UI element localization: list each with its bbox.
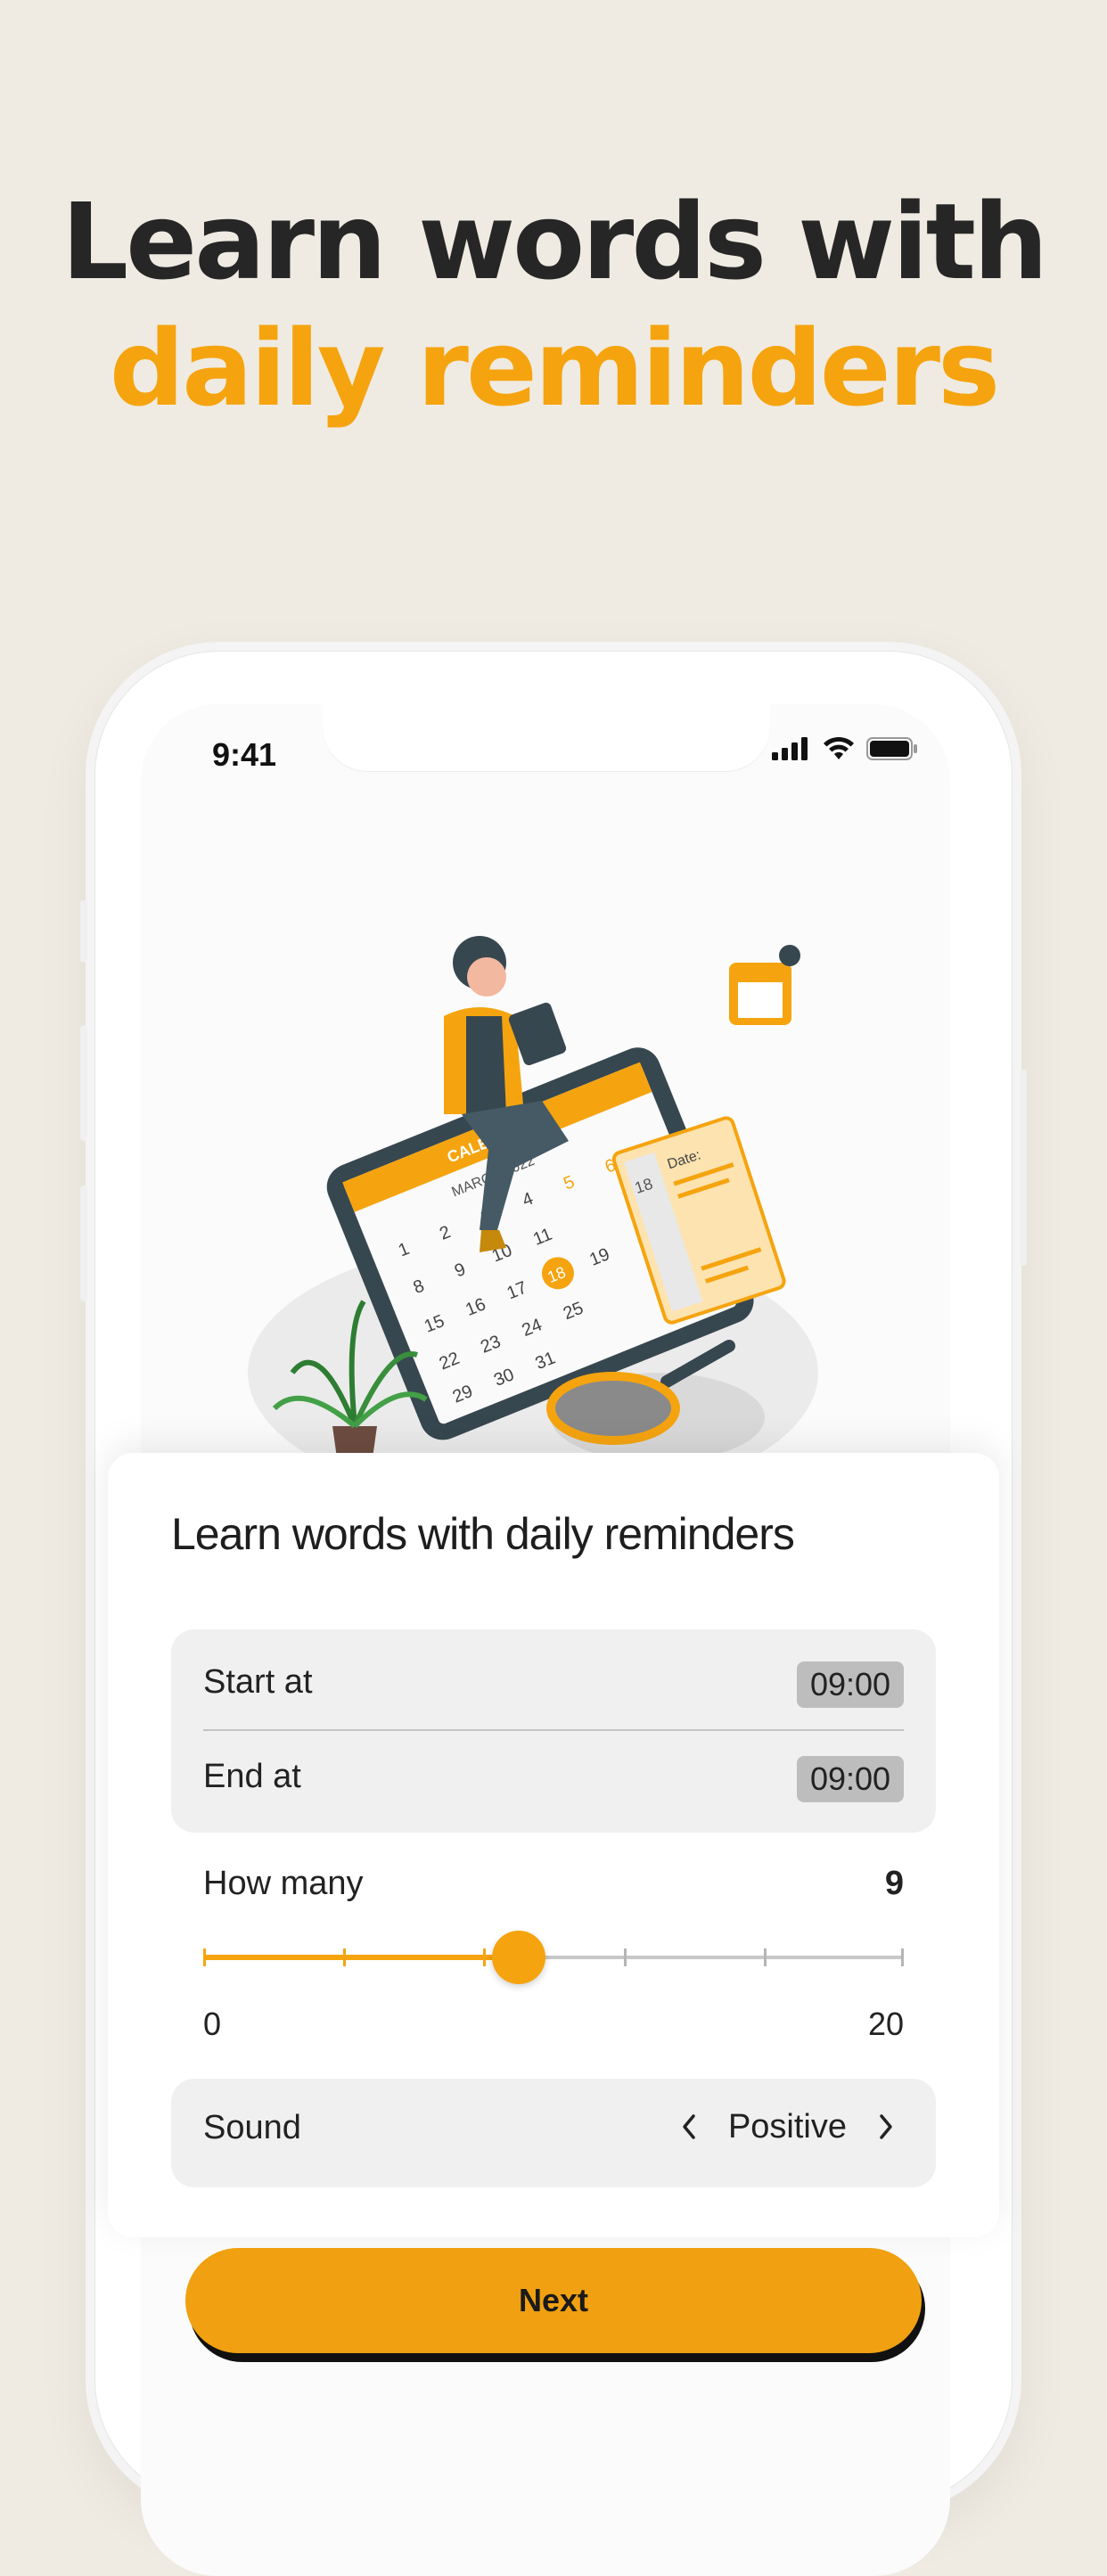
slider-tick: [624, 1948, 627, 1966]
sound-previous-button[interactable]: [671, 2104, 707, 2150]
schedule-divider: [203, 1729, 904, 1731]
slider-tick: [764, 1948, 767, 1966]
how-many-label: How many: [203, 1865, 364, 1902]
wifi-icon: [824, 736, 854, 759]
battery-icon: [866, 737, 917, 760]
phone-volume-down-button: [80, 1185, 87, 1301]
reminder-settings-sheet: Learn words with daily reminders Start a…: [108, 1453, 999, 2237]
sound-next-button[interactable]: [868, 2104, 904, 2150]
sheet-title: Learn words with daily reminders: [171, 1509, 795, 1559]
sound-selector: Positive: [671, 2104, 904, 2150]
slider-tick: [483, 1948, 486, 1966]
chevron-left-icon: [683, 2114, 695, 2139]
chevron-right-icon: [880, 2114, 892, 2139]
headline: Learn words with daily reminders: [0, 178, 1107, 431]
status-icons: [772, 736, 918, 761]
start-at-label: Start at: [203, 1663, 313, 1701]
phone-notch: [323, 704, 770, 772]
slider-min-label: 0: [203, 2006, 222, 2042]
slider-tick: [343, 1948, 346, 1966]
how-many-value: 9: [884, 1865, 904, 1902]
start-time-picker[interactable]: 09:00: [797, 1661, 904, 1708]
end-at-label: End at: [203, 1758, 301, 1795]
status-time: 9:41: [212, 736, 277, 773]
slider-thumb[interactable]: [492, 1931, 545, 1984]
schedule-group: Start at 09:00 End at 09:00: [171, 1629, 936, 1833]
sound-row: Sound Positive: [171, 2079, 936, 2187]
sound-value: Positive: [727, 2107, 847, 2145]
sound-label: Sound: [203, 2109, 301, 2146]
phone-power-button: [1020, 1070, 1027, 1266]
cellular-signal-icon: [772, 737, 808, 760]
next-button[interactable]: Next: [185, 2248, 922, 2353]
slider-tick: [901, 1948, 904, 1966]
phone-volume-up-button: [80, 1025, 87, 1141]
calendar-illustration: CALENDAR MARCH 2022 123456 891011 151617…: [248, 936, 818, 1480]
slider-track-fill: [203, 1955, 519, 1960]
slider-tick: [203, 1948, 206, 1966]
headline-line-2: daily reminders: [109, 307, 1001, 430]
headline-line-1: Learn words with: [61, 180, 1048, 303]
how-many-slider[interactable]: [203, 1931, 904, 1984]
phone-side-button: [80, 900, 87, 963]
slider-max-label: 20: [867, 2006, 904, 2042]
end-time-picker[interactable]: 09:00: [797, 1756, 904, 1802]
